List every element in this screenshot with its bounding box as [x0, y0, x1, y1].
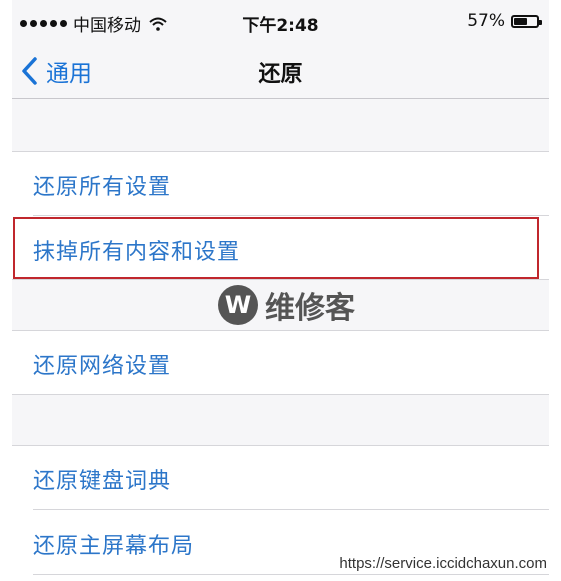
watermark-logo-icon: W — [218, 285, 258, 325]
highlight-box — [13, 217, 539, 279]
list-item-label: 还原所有设置 — [33, 175, 172, 200]
battery-fill — [514, 17, 527, 25]
battery-percent: 57% — [467, 11, 505, 31]
list-item-label: 还原网络设置 — [33, 354, 172, 379]
divider — [33, 574, 549, 575]
phone-screen: 中国移动 下午2:48 57% 通用 还原 还原所有设置 抹掉所有内容和设置 还… — [12, 0, 549, 581]
status-bar: 中国移动 下午2:48 57% — [12, 0, 549, 42]
status-right: 57% — [467, 11, 542, 31]
list-item-reset-keyboard-dictionary[interactable]: 还原键盘词典 — [12, 445, 549, 509]
list-item-label: 还原键盘词典 — [33, 469, 172, 494]
list-item-reset-network-settings[interactable]: 还原网络设置 — [12, 330, 549, 394]
page-title: 还原 — [258, 62, 303, 87]
list-item-reset-all-settings[interactable]: 还原所有设置 — [12, 151, 549, 215]
navigation-bar: 通用 还原 — [12, 42, 549, 99]
battery-icon — [511, 14, 542, 28]
list-item-label: 还原主屏幕布局 — [33, 534, 195, 559]
watermark: W 维修客 — [218, 283, 355, 327]
source-url: https://service.iccidchaxun.com — [335, 553, 551, 574]
watermark-text: 维修客 — [265, 291, 355, 326]
